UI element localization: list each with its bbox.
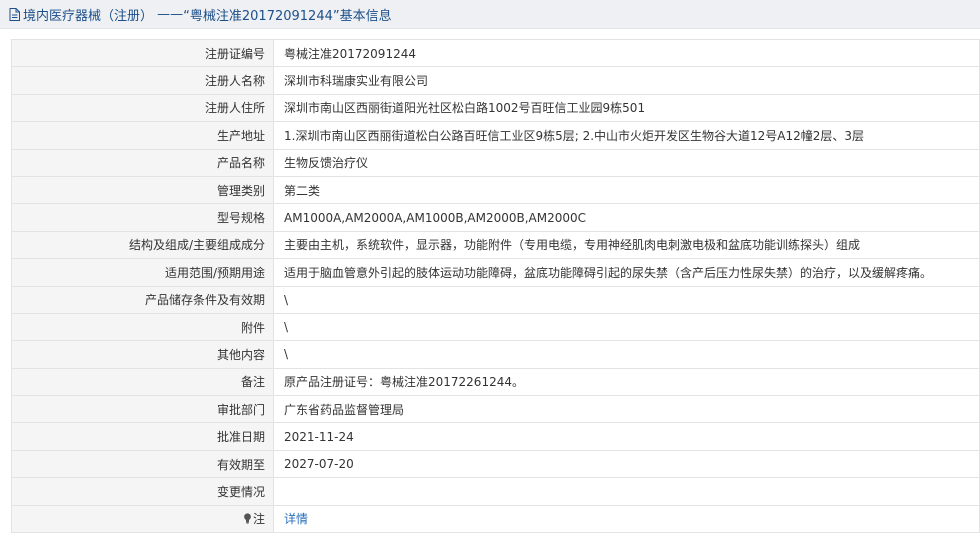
table-row: 生产地址 1.深圳市南山区西丽街道松白公路百旺信工业区9栋5层; 2.中山市火炬… [11, 121, 980, 150]
row-value: 广东省药品监督管理局 [273, 395, 980, 424]
row-label: 有效期至 [11, 449, 274, 479]
row-label: 适用范围/预期用途 [11, 258, 274, 287]
row-value: 深圳市南山区西丽街道阳光社区松白路1002号百旺信工业园9栋501 [273, 93, 980, 123]
table-row: 产品名称 生物反馈治疗仪 [11, 148, 980, 177]
row-label: 其他内容 [11, 340, 274, 369]
table-row: 结构及组成/主要组成成分 主要由主机，系统软件，显示器，功能附件（专用电缆，专用… [11, 230, 980, 260]
table-row: 批准日期 2021-11-24 [11, 422, 980, 451]
page-title-bar: 境内医疗器械（注册） —— “粤械注准20172091244”基本信息 [0, 0, 980, 29]
table-row: 管理类别 第二类 [11, 175, 980, 205]
row-label: 批准日期 [11, 422, 274, 451]
row-value: 粤械注准20172091244 [273, 38, 980, 68]
table-row: 审批部门 广东省药品监督管理局 [11, 395, 980, 424]
row-label: 生产地址 [11, 121, 274, 150]
row-label: 变更情况 [11, 477, 274, 506]
row-value: 第二类 [273, 175, 980, 205]
table-row: 型号规格 AM1000A,AM2000A,AM1000B,AM2000B,AM2… [11, 203, 980, 232]
info-table: 注册证编号 粤械注准20172091244 注册人名称 深圳市科瑞康实业有限公司… [11, 38, 980, 534]
row-label: 型号规格 [11, 203, 274, 232]
row-value: 1.深圳市南山区西丽街道松白公路百旺信工业区9栋5层; 2.中山市火炬开发区生物… [273, 121, 980, 150]
note-label: 注 [252, 512, 265, 527]
page-title-quoted: “粤械注准20172091244”基本信息 [183, 8, 392, 24]
table-row: 备注 原产品注册证号：粤械注准20172261244。 [11, 367, 980, 397]
row-label: 注册人住所 [11, 93, 274, 123]
row-value: 2021-11-24 [273, 422, 980, 451]
table-row: 有效期至 2027-07-20 [11, 449, 980, 479]
page-title-separator: —— [153, 6, 184, 22]
row-value: 2027-07-20 [273, 449, 980, 479]
row-value: 生物反馈治疗仪 [273, 148, 980, 177]
page-title-category: 境内医疗器械（注册） [23, 8, 154, 24]
row-label: 注册人名称 [11, 66, 274, 95]
note-row: 注 详情 [11, 504, 980, 534]
table-row: 注册人名称 深圳市科瑞康实业有限公司 [11, 66, 980, 95]
note-label-cell: 注 [11, 504, 274, 534]
row-value: \ [273, 285, 980, 314]
row-value: 原产品注册证号：粤械注准20172261244。 [273, 367, 980, 397]
row-label: 附件 [11, 312, 274, 342]
row-value: 主要由主机，系统软件，显示器，功能附件（专用电缆，专用神经肌肉电刺激电极和盆底功… [273, 230, 980, 260]
table-row: 变更情况 [11, 477, 980, 506]
row-value: \ [273, 312, 980, 342]
row-value: \ [273, 340, 980, 369]
note-value-cell: 详情 [273, 504, 980, 534]
table-row: 附件 \ [11, 312, 980, 342]
table-row: 其他内容 \ [11, 340, 980, 369]
row-value: AM1000A,AM2000A,AM1000B,AM2000B,AM2000C [273, 203, 980, 232]
row-value: 深圳市科瑞康实业有限公司 [273, 66, 980, 95]
row-label: 审批部门 [11, 395, 274, 424]
row-label: 管理类别 [11, 175, 274, 205]
row-label: 结构及组成/主要组成成分 [11, 230, 274, 260]
details-link[interactable]: 详情 [284, 512, 308, 526]
row-value [273, 477, 980, 506]
table-row: 注册人住所 深圳市南山区西丽街道阳光社区松白路1002号百旺信工业园9栋501 [11, 93, 980, 123]
row-label: 注册证编号 [11, 38, 274, 68]
table-row: 注册证编号 粤械注准20172091244 [11, 38, 980, 68]
row-label: 备注 [11, 367, 274, 397]
row-value: 适用于脑血管意外引起的肢体运动功能障碍，盆底功能障碍引起的尿失禁（含产后压力性尿… [273, 258, 980, 287]
row-label: 产品储存条件及有效期 [11, 285, 274, 314]
info-table-body: 注册证编号 粤械注准20172091244 注册人名称 深圳市科瑞康实业有限公司… [11, 38, 980, 534]
row-label: 产品名称 [11, 148, 274, 177]
document-icon [9, 7, 20, 21]
table-row: 适用范围/预期用途 适用于脑血管意外引起的肢体运动功能障碍，盆底功能障碍引起的尿… [11, 258, 980, 287]
table-row: 产品储存条件及有效期 \ [11, 285, 980, 314]
lightbulb-icon [244, 513, 251, 524]
